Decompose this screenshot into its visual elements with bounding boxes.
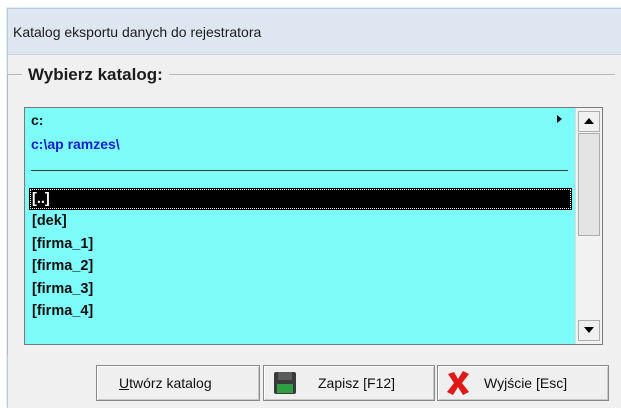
scroll-down-button[interactable] [578, 320, 600, 341]
drive-selector[interactable]: c: [31, 112, 571, 130]
drive-value: c: [31, 112, 44, 128]
create-mnemonic: U [119, 375, 130, 391]
exit-label: Wyjście [Esc] [484, 375, 568, 391]
scroll-up-button[interactable] [578, 111, 600, 132]
current-path: c:\ap ramzes\ [31, 136, 120, 152]
vertical-scrollbar[interactable] [575, 108, 602, 344]
directory-listbox[interactable]: c: c:\ap ramzes\ [..] [dek] [firma_1] [firm… [24, 107, 603, 345]
red-x-icon [447, 371, 469, 395]
groupbox-legend: Wybierz katalog: [22, 65, 169, 85]
arrow-up-icon [584, 118, 594, 124]
directory-item[interactable]: [firma_4] [29, 300, 572, 322]
create-directory-button[interactable]: Utwórz katalog [96, 365, 260, 401]
floppy-disk-icon [274, 372, 296, 394]
create-label-rest: twórz katalog [129, 375, 212, 391]
create-directory-label: Utwórz katalog [119, 375, 212, 391]
directory-item[interactable]: [firma_2] [29, 255, 572, 277]
directory-item[interactable]: [firma_1] [29, 233, 572, 255]
window-title: Katalog eksportu danych do rejestratora [13, 24, 262, 40]
exit-button[interactable]: Wyjście [Esc] [437, 365, 609, 401]
save-button[interactable]: Zapisz [F12] [263, 365, 435, 401]
drive-arrow-icon[interactable] [557, 115, 562, 123]
list-separator [31, 170, 568, 171]
scroll-thumb[interactable] [578, 133, 600, 236]
directory-items: [..] [dek] [firma_1] [firma_2] [firma_3] [fir… [29, 188, 572, 322]
arrow-down-icon [584, 327, 594, 333]
directory-item[interactable]: [firma_3] [29, 278, 572, 300]
directory-item[interactable]: [dek] [29, 210, 572, 232]
save-label: Zapisz [F12] [318, 375, 396, 391]
directory-item[interactable]: [..] [29, 188, 572, 211]
title-bar: Katalog eksportu danych do rejestratora [8, 9, 621, 55]
